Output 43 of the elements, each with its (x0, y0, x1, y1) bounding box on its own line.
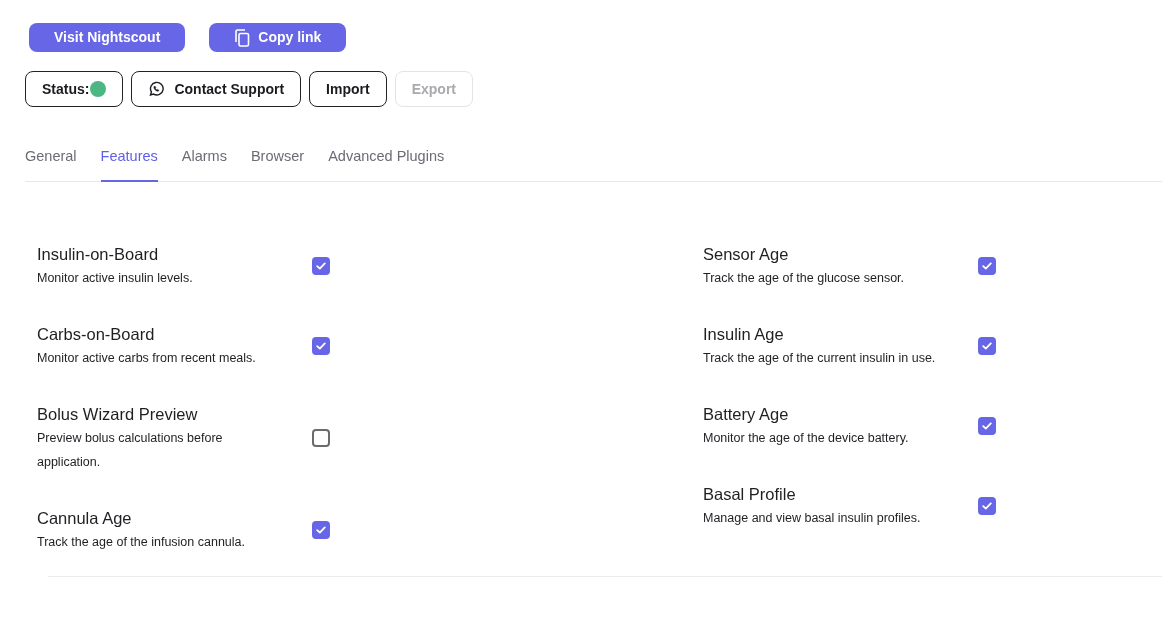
feature-title: Insulin-on-Board (37, 243, 160, 265)
feature-description: Monitor active insulin levels. (37, 269, 194, 287)
tab[interactable]: Advanced Plugins (328, 146, 445, 182)
feature-description: Track the age of the glucose sensor. (703, 269, 906, 287)
contact-support-button[interactable]: Contact Support (131, 71, 302, 107)
checkmark-icon (316, 341, 326, 350)
feature-title: Sensor Age (703, 243, 790, 265)
tab[interactable]: Browser (250, 146, 305, 182)
checkmark-icon (982, 501, 992, 510)
checkbox[interactable] (978, 416, 996, 435)
checkmark-icon (982, 421, 992, 430)
feature-description: Monitor active carbs from recent meals. (37, 349, 257, 367)
checkbox[interactable] (312, 428, 330, 447)
checkmark-icon (316, 261, 326, 270)
visit-button[interactable]: Visit Nightscout (29, 23, 186, 52)
tab[interactable]: General (25, 146, 77, 182)
tab[interactable]: Alarms (181, 146, 227, 182)
checkmark-icon (982, 261, 992, 270)
checkmark-icon (982, 341, 992, 350)
feature-title: Basal Profile (703, 483, 797, 505)
feature-title: Cannula Age (37, 507, 133, 529)
status-button[interactable]: Status: (25, 71, 124, 107)
feature-description: Track the age of the current insulin in use. (703, 349, 937, 367)
feature-description: Manage and view basal insulin profiles. (703, 509, 922, 527)
feature-title: Bolus Wizard Preview (37, 403, 199, 425)
feature-title: Battery Age (703, 403, 790, 425)
feature-description: Monitor the age of the device battery. (703, 429, 910, 447)
chat-bubble-icon (148, 81, 165, 97)
checkbox[interactable] (312, 520, 330, 539)
checkbox[interactable] (978, 336, 996, 355)
feature-title: Carbs-on-Board (37, 323, 156, 345)
checkbox[interactable] (312, 256, 330, 275)
action-button[interactable]: Import (309, 71, 387, 107)
copy-link-button[interactable]: Copy link (209, 23, 347, 52)
checkbox[interactable] (312, 336, 330, 355)
feature-description: Track the age of the infusion cannula. (37, 533, 246, 551)
checkbox[interactable] (978, 256, 996, 275)
tab[interactable]: Features (100, 146, 158, 182)
checkbox[interactable] (978, 496, 996, 515)
copy-icon (234, 28, 251, 47)
feature-title: Insulin Age (703, 323, 785, 345)
checkmark-icon (316, 525, 326, 534)
feature-description: Preview bolus calculations before application. (37, 429, 224, 471)
